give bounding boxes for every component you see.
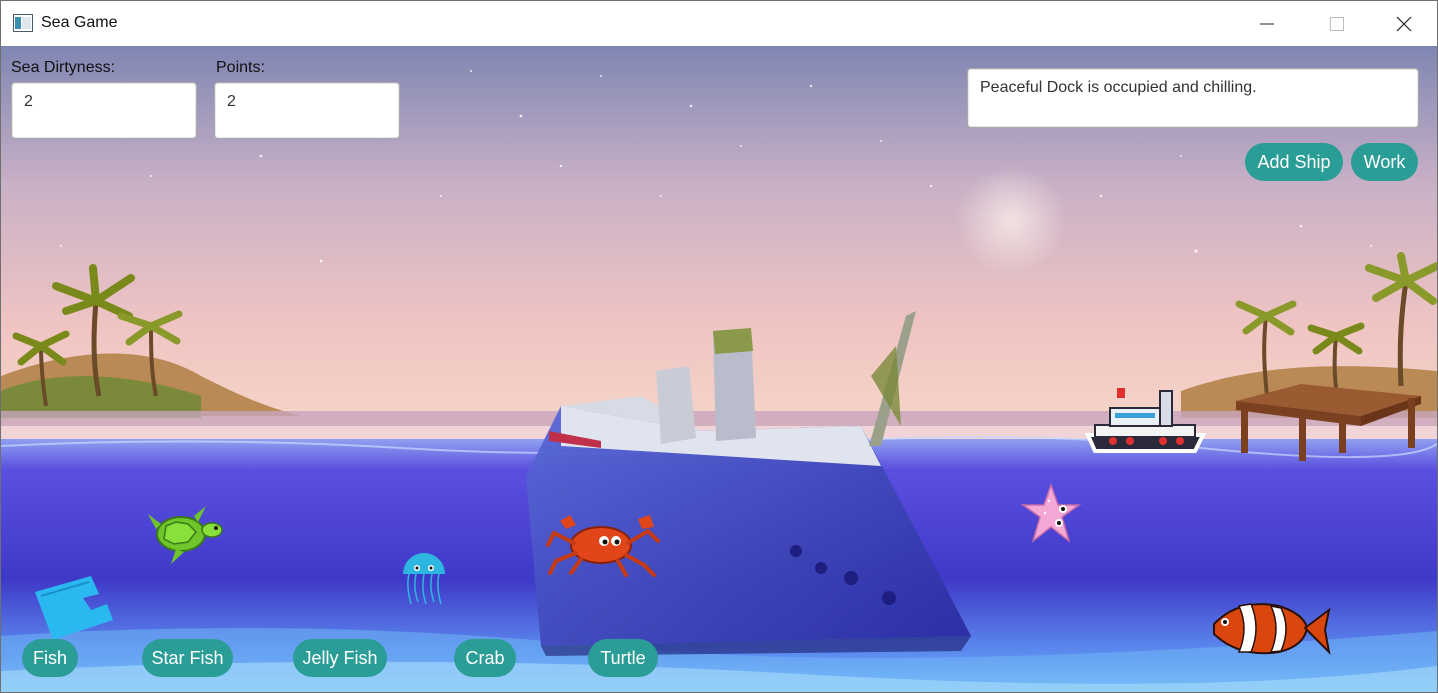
crab-sprite[interactable] [546, 513, 661, 578]
status-message-field[interactable]: Peaceful Dock is occupied and chilling. [967, 68, 1419, 128]
game-scene [1, 46, 1437, 692]
maximize-button[interactable] [1302, 1, 1372, 46]
crab-button[interactable]: Crab [454, 639, 516, 677]
points-value: 2 [227, 93, 236, 110]
points-label: Points: [216, 59, 265, 76]
app-window-icon [13, 14, 33, 37]
jellyfish-sprite[interactable] [399, 546, 449, 606]
close-button[interactable] [1369, 1, 1437, 46]
jelly-fish-button[interactable]: Jelly Fish [293, 639, 387, 677]
add-ship-button[interactable]: Add Ship [1245, 143, 1343, 181]
plastic-bag-trash[interactable] [31, 574, 113, 644]
star-fish-button[interactable]: Star Fish [142, 639, 233, 677]
turtle-button[interactable]: Turtle [588, 639, 658, 677]
window-title: Sea Game [41, 14, 118, 31]
maximize-icon [1330, 16, 1344, 31]
turtle-sprite[interactable] [146, 504, 226, 566]
sea-dirtiness-value: 2 [24, 93, 33, 110]
work-button[interactable]: Work [1351, 143, 1418, 181]
close-icon [1396, 16, 1412, 31]
fish-button[interactable]: Fish [22, 639, 78, 677]
minimize-icon [1260, 23, 1274, 24]
title-bar[interactable]: Sea Game [1, 1, 1437, 46]
points-field[interactable]: 2 [214, 82, 400, 139]
sea-dirtiness-field[interactable]: 2 [11, 82, 197, 139]
ship-sprite[interactable] [1085, 383, 1207, 458]
sea-dirtiness-label: Sea Dirtyness: [11, 59, 116, 76]
status-message-text: Peaceful Dock is occupied and chilling. [980, 79, 1257, 96]
moon-glow [956, 166, 1066, 276]
clownfish-sprite[interactable] [1209, 596, 1331, 664]
sea-game-window: Sea Game Sea Dirtyness: 2 Points: 2 Peac… [0, 0, 1438, 693]
starfish-sprite[interactable] [1021, 483, 1081, 545]
minimize-button[interactable] [1232, 1, 1302, 46]
